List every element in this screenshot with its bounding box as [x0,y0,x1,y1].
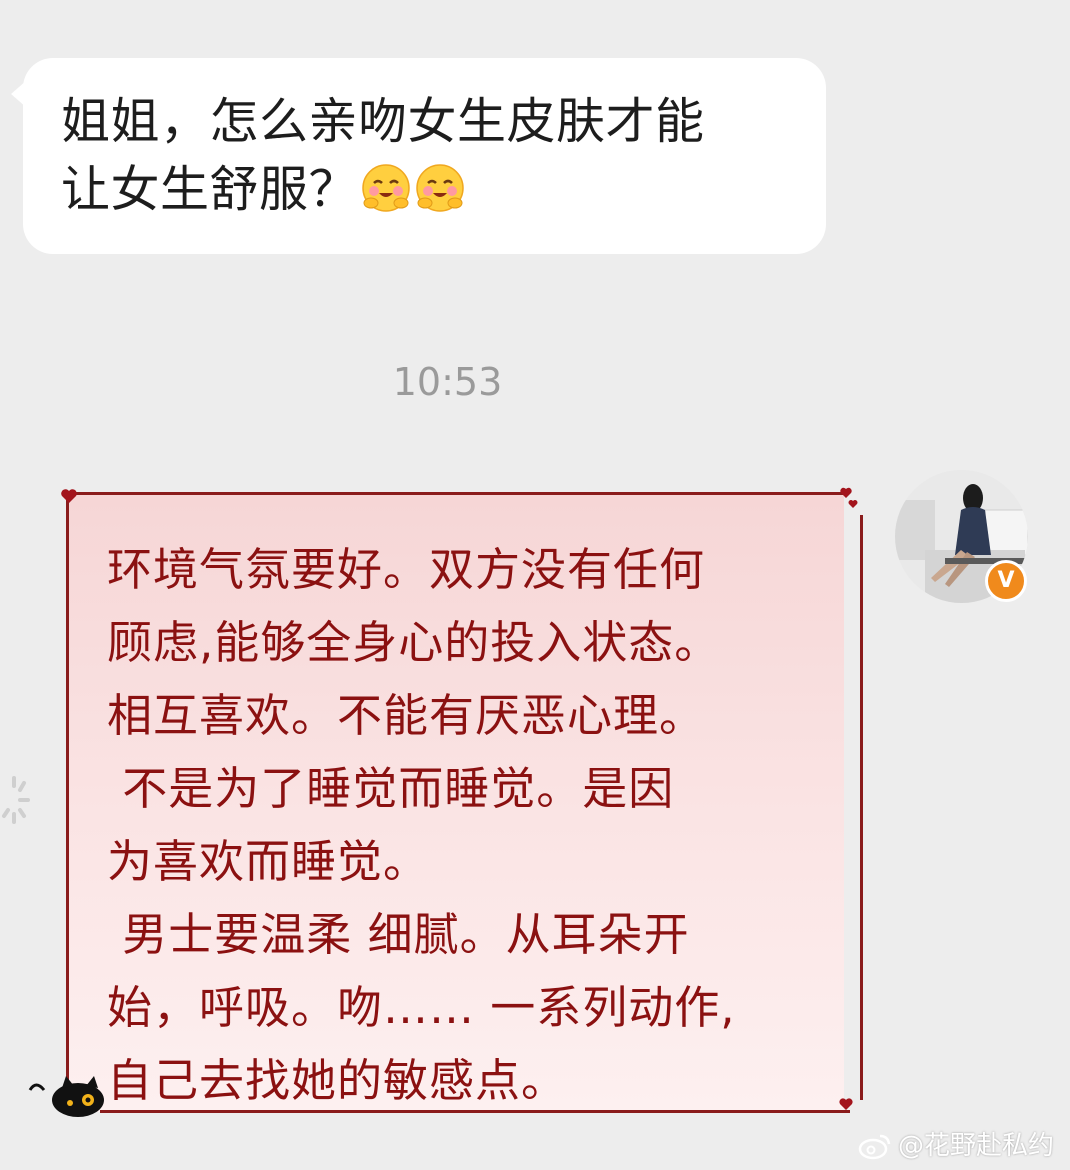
black-cat-sticker [28,1076,104,1117]
outgoing-line: 不是为了睡觉而睡觉。是因 [107,762,675,815]
outgoing-line: 男士要温柔 细腻。从耳朵开 [107,908,690,961]
message-timestamp: 10:53 [392,360,503,404]
incoming-message-bubble[interactable]: 姐姐，怎么亲吻女生皮肤才能 让女生舒服？ [11,58,826,254]
card-frame-bottom [100,1110,850,1113]
heart-icon [839,1098,853,1110]
weibo-logo-icon [858,1134,891,1160]
outgoing-line: 顾虑,能够全身心的投入状态。 [107,616,721,669]
card-frame-right [860,515,863,1100]
watermark-text: @花野赴私约 [898,1131,1055,1161]
blushing-smile-icon [416,164,464,212]
incoming-message-text: 姐姐，怎么亲吻女生皮肤才能 让女生舒服？ [61,88,806,224]
blushing-smile-icon [362,164,410,212]
heart-icon [840,487,858,508]
outgoing-line: 为喜欢而睡觉。 [107,835,430,888]
incoming-line-1: 姐姐，怎么亲吻女生皮肤才能 [61,93,705,150]
outgoing-message-text: 环境气氛要好。双方没有任何 顾虑,能够全身心的投入状态。 相互喜欢。不能有厌恶心… [107,533,827,1117]
loading-spinner-icon [2,776,30,824]
watermark: @花野赴私约 [858,1125,1054,1162]
outgoing-line: 相互喜欢。不能有厌恶心理。 [107,689,706,742]
outgoing-message-card[interactable]: 环境气氛要好。双方没有任何 顾虑,能够全身心的投入状态。 相互喜欢。不能有厌恶心… [66,492,844,1112]
heart-icon [61,489,77,503]
outgoing-line: 自己去找她的敏感点。 [107,1054,568,1107]
bubble-tail [11,80,27,108]
incoming-line-2: 让女生舒服？ [61,161,359,218]
outgoing-line: 始，呼吸。吻…… 一系列动作, [107,981,736,1034]
outgoing-line: 环境气氛要好。双方没有任何 [107,543,706,596]
verified-badge-icon: V [985,560,1027,602]
